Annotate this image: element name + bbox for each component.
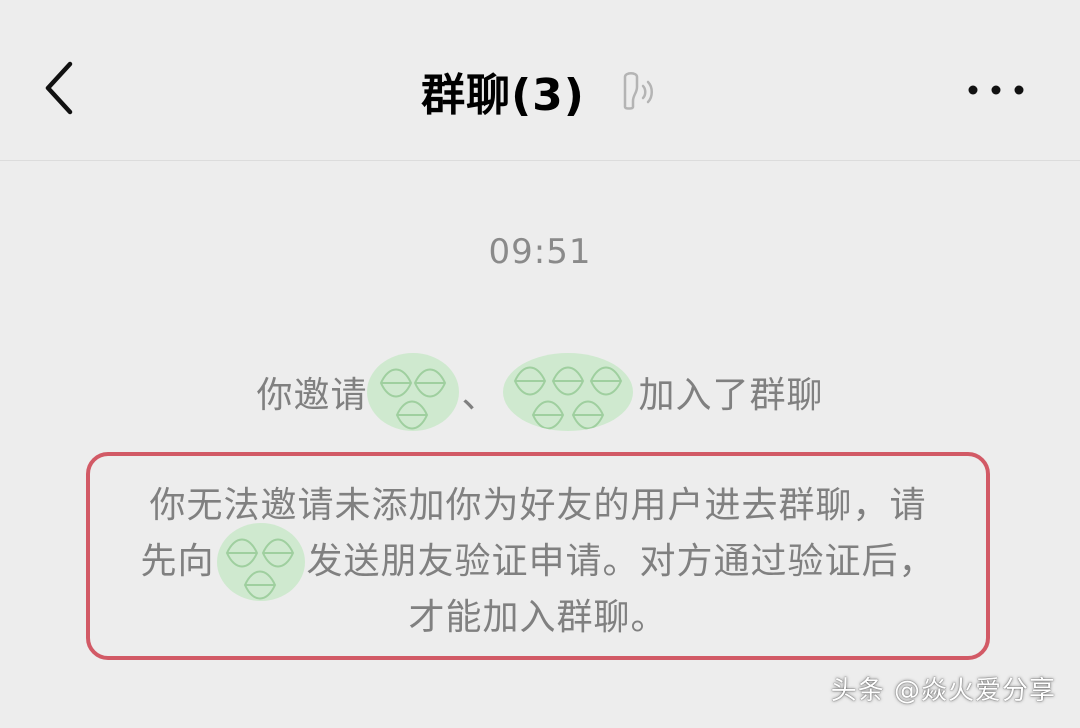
notice-text-line2-prefix: 先向 xyxy=(140,541,215,582)
page-title: 群聊(3) xyxy=(421,70,585,121)
redacted-name-mask xyxy=(502,353,633,431)
notice-text-line2-suffix: 发送朋友验证申请。对方通过验证后， xyxy=(306,541,936,582)
system-notice: 你无法邀请未添加你为好友的用户进去群聊，请 先向 发送朋友验证申请。对方通过验证… xyxy=(86,478,990,646)
notice-text-line3: 才能加入群聊。 xyxy=(408,597,668,638)
system-message-suffix: 加入了群聊 xyxy=(638,375,824,416)
nav-bar: 群聊(3) xyxy=(0,0,1080,161)
system-message-separator: 、 xyxy=(461,375,499,416)
redacted-name-mask xyxy=(216,523,305,601)
system-message-invite: 你邀请 、 加入了群聊 xyxy=(0,353,1080,431)
title-area: 群聊(3) xyxy=(0,56,1080,126)
more-button[interactable] xyxy=(960,60,1032,120)
redacted-name-mask xyxy=(367,353,460,431)
watermark: 头条 @焱火爱分享 xyxy=(830,676,1056,706)
earpiece-mode-icon xyxy=(619,69,659,113)
notice-line-2: 先向 发送朋友验证申请。对方通过验证后， xyxy=(86,523,990,601)
message-timestamp: 09:51 xyxy=(488,232,592,272)
system-message-prefix: 你邀请 xyxy=(256,375,368,416)
more-dots-icon xyxy=(968,85,1024,95)
